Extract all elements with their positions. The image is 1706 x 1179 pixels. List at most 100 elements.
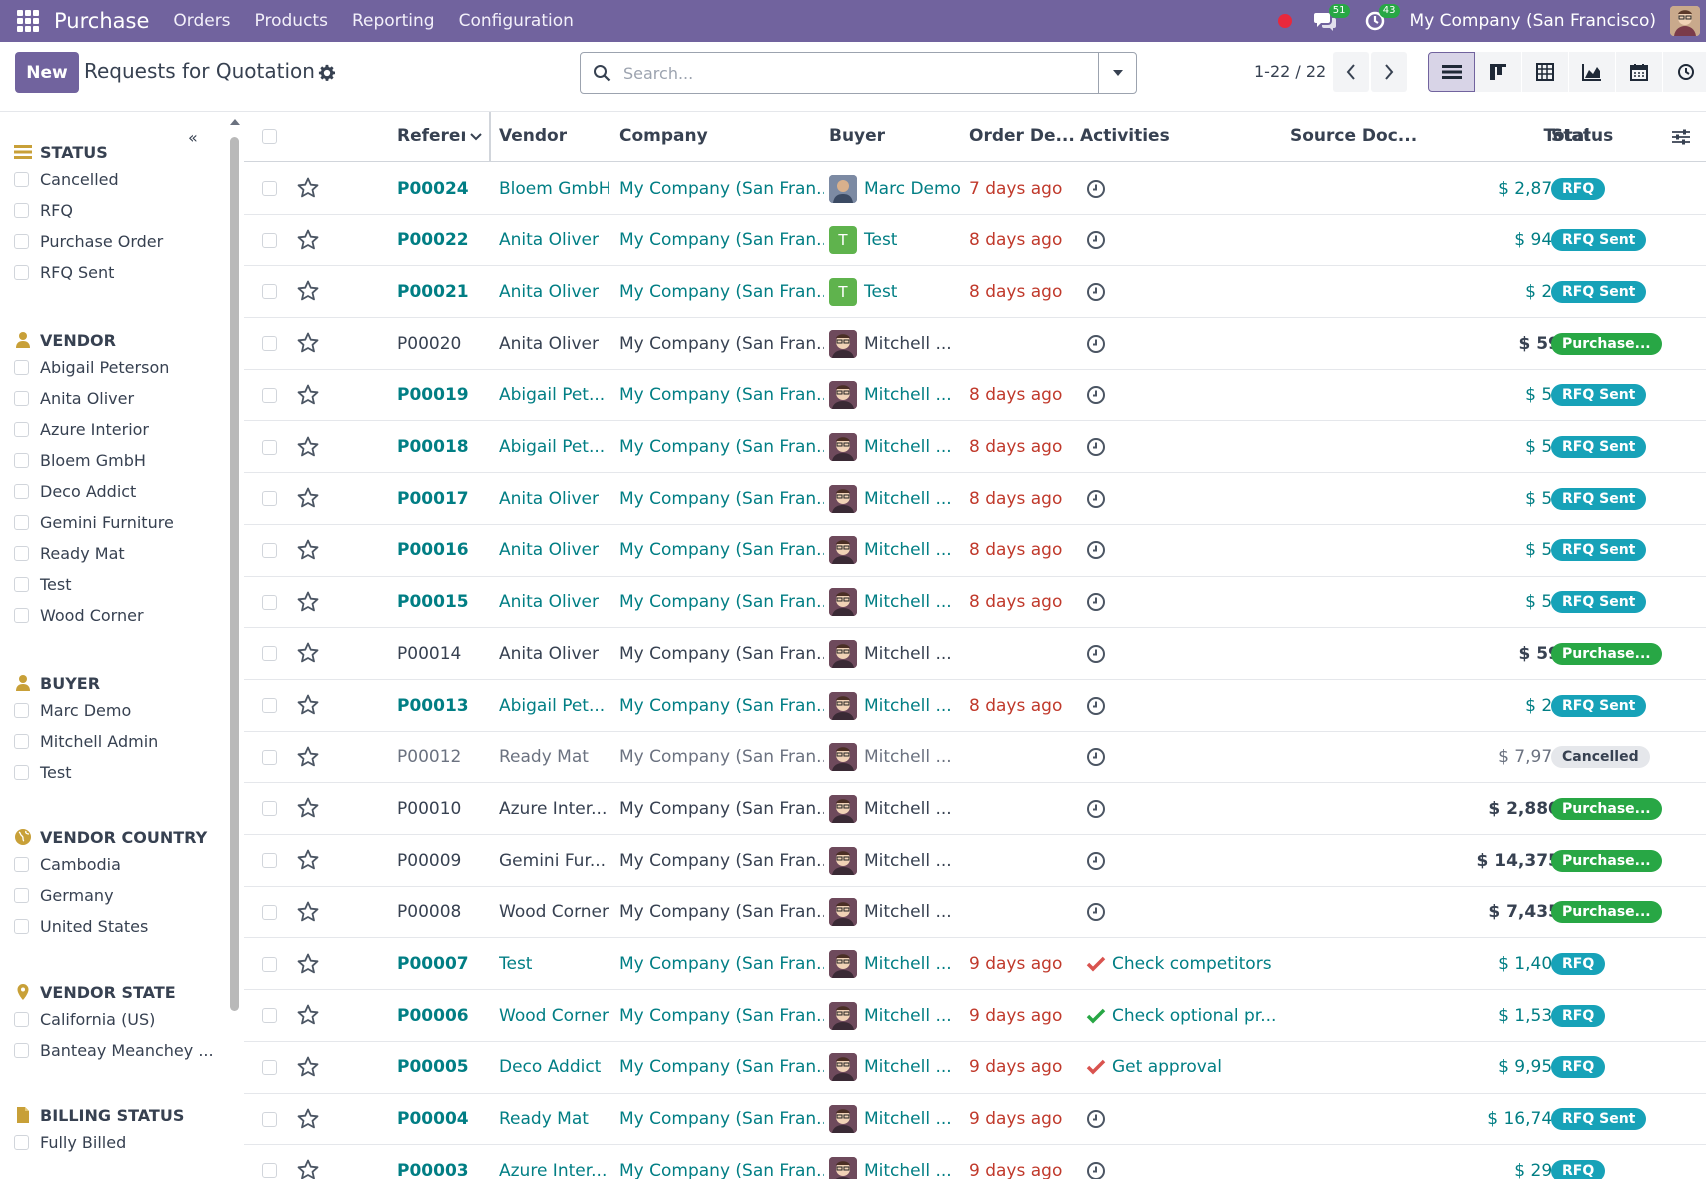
table-row[interactable]: P00006 Wood Corner My Company (San Fran...… bbox=[244, 990, 1706, 1042]
filter-item[interactable]: California (US) bbox=[14, 1004, 214, 1035]
col-vendor[interactable]: Vendor bbox=[499, 126, 567, 146]
table-row[interactable]: P00010 Azure Inter... My Company (San Fran… bbox=[244, 783, 1706, 836]
table-row[interactable]: P00017 Anita Oliver My Company (San Fran..… bbox=[244, 473, 1706, 525]
new-button[interactable]: New bbox=[15, 52, 79, 93]
checkbox[interactable] bbox=[14, 453, 29, 468]
row-checkbox[interactable] bbox=[262, 491, 277, 507]
checkbox[interactable] bbox=[14, 888, 29, 903]
cell-vendor[interactable]: Anita Oliver bbox=[499, 628, 609, 679]
star-icon[interactable] bbox=[296, 1055, 320, 1079]
checkbox[interactable] bbox=[14, 1012, 29, 1027]
checkbox[interactable] bbox=[14, 422, 29, 437]
filter-item[interactable]: Wood Corner bbox=[14, 600, 174, 631]
select-all-checkbox[interactable] bbox=[262, 129, 277, 144]
filter-item[interactable]: Ready Mat bbox=[14, 538, 174, 569]
cell-activities[interactable] bbox=[1086, 887, 1286, 938]
cell-company[interactable]: My Company (San Fran... bbox=[619, 525, 824, 576]
col-order-deadline[interactable]: Order De... bbox=[969, 126, 1075, 146]
table-row[interactable]: P00024 Bloem GmbH My Company (San Fran... M… bbox=[244, 163, 1706, 215]
row-checkbox[interactable] bbox=[262, 542, 277, 558]
checkbox[interactable] bbox=[14, 391, 29, 406]
filter-item[interactable]: Banteay Meanchey ... bbox=[14, 1035, 214, 1066]
row-checkbox[interactable] bbox=[262, 1008, 277, 1024]
cell-activities[interactable] bbox=[1086, 835, 1286, 886]
table-row[interactable]: P00014 Anita Oliver My Company (San Fran..… bbox=[244, 628, 1706, 680]
filter-item[interactable]: Marc Demo bbox=[14, 695, 158, 726]
cell-reference[interactable]: P00021 bbox=[397, 266, 487, 317]
star-icon[interactable] bbox=[296, 176, 320, 200]
cell-buyer[interactable]: T Test bbox=[829, 266, 965, 317]
clock-icon[interactable] bbox=[1086, 902, 1106, 922]
checkbox[interactable] bbox=[14, 919, 29, 934]
checkbox[interactable] bbox=[14, 484, 29, 499]
cell-reference[interactable]: P00015 bbox=[397, 577, 487, 628]
cell-vendor[interactable]: Anita Oliver bbox=[499, 525, 609, 576]
cell-activities[interactable] bbox=[1086, 1145, 1286, 1179]
col-source-document[interactable]: Source Doc... bbox=[1290, 126, 1417, 146]
filter-item[interactable]: Azure Interior bbox=[14, 414, 174, 445]
cell-vendor[interactable]: Abigail Pet... bbox=[499, 370, 609, 421]
cell-vendor[interactable]: Wood Corner bbox=[499, 990, 609, 1041]
row-checkbox[interactable] bbox=[262, 1163, 277, 1179]
cell-vendor[interactable]: Bloem GmbH bbox=[499, 163, 609, 214]
cell-vendor[interactable]: Abigail Pet... bbox=[499, 422, 609, 473]
menu-products[interactable]: Products bbox=[255, 11, 328, 31]
filter-item[interactable]: Cancelled bbox=[14, 164, 163, 195]
cell-vendor[interactable]: Anita Oliver bbox=[499, 215, 609, 266]
cell-buyer[interactable]: Mitchell ... bbox=[829, 473, 965, 524]
table-row[interactable]: P00008 Wood Corner My Company (San Fran...… bbox=[244, 887, 1706, 939]
cell-company[interactable]: My Company (San Fran... bbox=[619, 990, 824, 1041]
cell-activities[interactable] bbox=[1086, 318, 1286, 369]
row-checkbox[interactable] bbox=[262, 439, 277, 455]
clock-icon[interactable] bbox=[1086, 179, 1106, 199]
activities-icon[interactable]: 43 bbox=[1360, 4, 1400, 36]
cell-reference[interactable]: P00013 bbox=[397, 680, 487, 731]
cell-company[interactable]: My Company (San Fran... bbox=[619, 887, 824, 938]
cell-activities[interactable] bbox=[1086, 525, 1286, 576]
filter-item[interactable]: Cambodia bbox=[14, 849, 207, 880]
filter-item[interactable]: Deco Addict bbox=[14, 476, 174, 507]
pager-previous-button[interactable] bbox=[1333, 52, 1369, 92]
menu-configuration[interactable]: Configuration bbox=[459, 11, 574, 31]
cell-company[interactable]: My Company (San Fran... bbox=[619, 732, 824, 783]
pager-next-button[interactable] bbox=[1371, 52, 1407, 92]
app-name[interactable]: Purchase bbox=[54, 9, 149, 33]
star-icon[interactable] bbox=[296, 1003, 320, 1027]
cell-reference[interactable]: P00009 bbox=[397, 835, 487, 886]
cell-company[interactable]: My Company (San Fran... bbox=[619, 473, 824, 524]
cell-buyer[interactable]: Mitchell ... bbox=[829, 422, 965, 473]
row-checkbox[interactable] bbox=[262, 698, 277, 713]
star-icon[interactable] bbox=[296, 486, 320, 510]
cell-company[interactable]: My Company (San Fran... bbox=[619, 577, 824, 628]
search-options-toggle[interactable] bbox=[1098, 53, 1136, 93]
checkbox[interactable] bbox=[14, 608, 29, 623]
cell-vendor[interactable]: Anita Oliver bbox=[499, 318, 609, 369]
list-view-button[interactable] bbox=[1428, 52, 1475, 92]
cell-activities[interactable] bbox=[1086, 783, 1286, 834]
checkbox[interactable] bbox=[14, 1043, 29, 1058]
row-checkbox[interactable] bbox=[262, 956, 277, 972]
checkbox[interactable] bbox=[14, 577, 29, 592]
row-checkbox[interactable] bbox=[262, 387, 277, 403]
calendar-view-button[interactable] bbox=[1616, 52, 1663, 92]
cell-company[interactable]: My Company (San Fran... bbox=[619, 939, 824, 990]
row-checkbox[interactable] bbox=[262, 1059, 277, 1075]
filter-item[interactable]: Germany bbox=[14, 880, 207, 911]
graph-view-button[interactable] bbox=[1569, 52, 1616, 92]
cell-reference[interactable]: P00020 bbox=[397, 318, 487, 369]
filter-item[interactable]: Anita Oliver bbox=[14, 383, 174, 414]
cell-company[interactable]: My Company (San Fran... bbox=[619, 835, 824, 886]
cell-buyer[interactable]: Mitchell ... bbox=[829, 680, 965, 731]
row-checkbox[interactable] bbox=[262, 181, 277, 196]
cell-vendor[interactable]: Gemini Fur... bbox=[499, 835, 609, 886]
checkbox[interactable] bbox=[14, 546, 29, 561]
row-checkbox[interactable] bbox=[262, 1111, 277, 1127]
cell-reference[interactable]: P00024 bbox=[397, 163, 487, 214]
cell-vendor[interactable]: Azure Inter... bbox=[499, 783, 609, 834]
cell-reference[interactable]: P00005 bbox=[397, 1042, 487, 1093]
clock-icon[interactable] bbox=[1086, 1109, 1106, 1129]
cell-reference[interactable]: P00008 bbox=[397, 887, 487, 938]
cell-buyer[interactable]: Mitchell ... bbox=[829, 1094, 965, 1145]
table-row[interactable]: P00009 Gemini Fur... My Company (San Fran.… bbox=[244, 835, 1706, 887]
clock-icon[interactable] bbox=[1086, 696, 1106, 716]
